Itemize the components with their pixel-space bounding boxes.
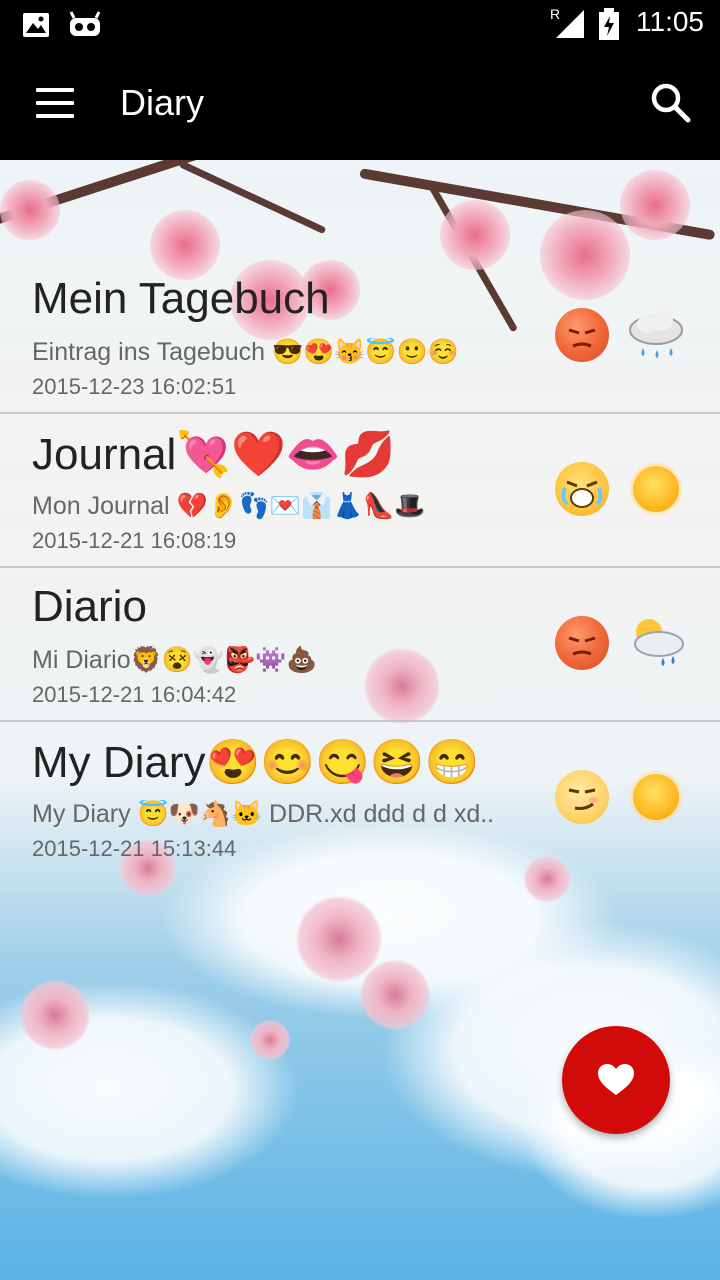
entry-title: Mein Tagebuch <box>32 274 330 324</box>
diary-entry[interactable]: Journal💘❤️👄💋 Mon Journal 💔👂👣💌👔👗👠🎩 2015-1… <box>0 414 720 568</box>
crying-mood-icon <box>555 462 609 516</box>
app-bar: Diary <box>0 48 720 160</box>
entry-date: 2015-12-21 16:04:42 <box>32 682 237 707</box>
diary-entry[interactable]: Diario Mi Diario🦁😵👻👺👾💩 2015-12-21 16:04:… <box>0 568 720 722</box>
entry-date: 2015-12-21 15:13:44 <box>32 836 237 861</box>
menu-button[interactable] <box>28 80 84 128</box>
clock: 11:05 <box>636 6 704 37</box>
entry-title: My Diary😍😊😋😆😁 <box>32 736 480 788</box>
hamburger-line <box>36 114 74 118</box>
add-entry-button[interactable] <box>562 1026 670 1134</box>
entry-date: 2015-12-23 16:02:51 <box>32 374 237 399</box>
entry-title: Journal💘❤️👄💋 <box>32 428 395 480</box>
search-icon <box>651 83 691 123</box>
search-button[interactable] <box>646 78 698 130</box>
hamburger-icon <box>36 88 74 92</box>
diary-list: Mein Tagebuch Eintrag ins Tagebuch 😎😍😽😇🙂… <box>0 260 720 876</box>
status-bar: R 11:05 <box>0 0 720 48</box>
entry-subtitle: Mi Diario🦁😵👻👺👾💩 <box>32 646 318 674</box>
diary-entry[interactable]: Mein Tagebuch Eintrag ins Tagebuch 😎😍😽😇🙂… <box>0 260 720 414</box>
sun-icon <box>633 774 679 820</box>
heart-icon <box>598 1064 634 1095</box>
page-title: Diary <box>120 82 205 123</box>
sun-icon <box>633 466 679 512</box>
entry-date: 2015-12-21 16:08:19 <box>32 528 237 553</box>
entry-subtitle: Mon Journal 💔👂👣💌👔👗👠🎩 <box>32 492 426 520</box>
entry-title-text: My Diary <box>32 738 206 787</box>
entry-title-text: Diario <box>32 582 147 631</box>
entry-title-emoji: 💘❤️👄💋 <box>176 430 396 479</box>
entry-title-text: Journal <box>32 430 177 479</box>
smirk-mood-icon <box>555 770 609 824</box>
rain-cloud-icon <box>629 311 683 358</box>
image-notification-icon <box>23 13 49 37</box>
entry-title-emoji: 😍😊😋😆😁 <box>205 738 480 787</box>
diary-entry[interactable]: My Diary😍😊😋😆😁 My Diary 😇🐶🐴🐱 DDR.xd ddd d… <box>0 722 720 876</box>
angry-mood-icon <box>555 616 609 670</box>
entry-title: Diario <box>32 582 147 632</box>
android-notification-icon <box>69 11 101 36</box>
entry-subtitle: Eintrag ins Tagebuch 😎😍😽😇🙂☺️ <box>32 338 459 366</box>
entry-title-text: Mein Tagebuch <box>32 274 330 323</box>
partly-cloudy-rain-icon <box>634 619 684 666</box>
hamburger-line <box>36 101 74 105</box>
signal-icon <box>556 10 584 38</box>
battery-charging-icon <box>599 8 619 40</box>
angry-mood-icon <box>555 308 609 362</box>
entry-subtitle: My Diary 😇🐶🐴🐱 DDR.xd ddd d d xd.. <box>32 800 495 828</box>
